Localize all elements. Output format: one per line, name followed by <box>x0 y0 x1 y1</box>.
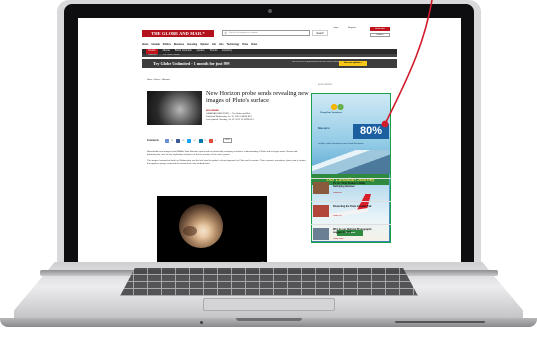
sidebar-section: Globe Life <box>333 215 342 217</box>
register-link[interactable]: Register <box>348 27 356 29</box>
laptop-scene: THE GLOBE AND MAIL* ⚲ Search by keyword … <box>0 0 537 341</box>
article-paragraph: Remarkable new images from NASA's New Ho… <box>147 151 298 156</box>
share-count: 8 <box>204 139 206 142</box>
nav-item[interactable]: Investing <box>187 43 197 48</box>
nav-item[interactable]: Life <box>212 43 216 48</box>
ad-brand: CheapOair Vacations <box>320 112 342 114</box>
ad-brand-logo-icon <box>325 103 351 111</box>
breadcrumb[interactable]: News › News › National <box>147 79 170 81</box>
promo-note: Get full access to globeandmail.com with… <box>292 61 341 63</box>
article-headline: New Horizon probe sends revealing new im… <box>206 90 309 104</box>
main-nav: Home Canada Politics Business Investing … <box>142 43 397 48</box>
port-slot <box>395 321 485 323</box>
sidebar-thumbnail <box>313 228 329 240</box>
nav-item[interactable]: Home <box>142 43 148 48</box>
sidebar-title: It's on: Trish Stratus's Oddly Satisfyin… <box>333 182 366 188</box>
twitter-icon[interactable] <box>187 138 192 143</box>
sidebar-thumbnail <box>313 182 329 194</box>
ad-percent: 80% <box>353 124 389 139</box>
sidebar-thumbnail <box>313 205 329 217</box>
lid-notch <box>236 318 302 321</box>
article-byline: BOB WEBER CANADIAN REPORTER — The Globe … <box>206 110 316 122</box>
comments-link[interactable]: Comments <box>147 140 159 142</box>
subnav2-item[interactable]: The Trans Canada <box>163 54 180 57</box>
camera-icon <box>268 9 272 13</box>
keyboard-rows <box>120 268 418 296</box>
article-body: Remarkable new images from NASA's New Ho… <box>147 151 307 169</box>
share-count: 4 <box>214 139 216 142</box>
article-thumbnail[interactable] <box>147 91 202 125</box>
article-paragraph: The images, beamed to Earth on Wednesday… <box>147 160 306 165</box>
nav-item[interactable]: Opinion <box>200 43 209 48</box>
linkedin-icon[interactable] <box>198 138 203 143</box>
secondary-subnav: Education The Trans Canada <box>142 54 397 57</box>
trackpad <box>203 298 335 311</box>
nav-item[interactable]: Arts <box>219 43 224 48</box>
email-share-icon[interactable] <box>164 138 169 143</box>
facebook-icon[interactable] <box>176 138 181 143</box>
subscribe-button[interactable]: Subscribe <box>370 27 390 31</box>
video-player[interactable]: ▶ 0:00 / 2:14 HD <box>157 196 267 268</box>
promo-text: Try Globe Unlimited - 1 month for just 9… <box>153 61 230 66</box>
share-count: 12 <box>170 139 174 142</box>
search-icon: ⚲ <box>224 31 227 35</box>
nav-item[interactable]: Politics <box>163 43 171 48</box>
share-count: 10 <box>193 139 196 142</box>
power-led-icon <box>200 321 203 324</box>
search-button[interactable]: Search <box>312 30 328 36</box>
sidebar-item[interactable]: It's on: Trish Stratus's Oddly Satisfyin… <box>311 178 391 201</box>
related-sidebar: It's on: Trish Stratus's Oddly Satisfyin… <box>311 178 391 247</box>
google-plus-icon[interactable] <box>208 138 213 143</box>
laptop-screen: THE GLOBE AND MAIL* ⚲ Search by keyword … <box>78 18 461 268</box>
nav-item[interactable]: Technology <box>227 43 240 48</box>
share-bar: Comments 12 26 10 8 4 Print <box>147 137 307 144</box>
login-link[interactable]: Login <box>333 27 338 29</box>
sidebar-title: Why do our National Photographs suggest … <box>333 228 372 234</box>
search-placeholder: Search by keyword or symbol <box>229 32 258 34</box>
edition-select[interactable]: Edition <box>370 33 390 37</box>
search-input[interactable]: ⚲ Search by keyword or symbol <box>222 30 310 36</box>
nav-item[interactable]: Canada <box>151 43 159 48</box>
byline-line: Last updated Thursday, Jul. 16, 2015 12:… <box>206 118 254 121</box>
share-count: 26 <box>182 139 185 142</box>
promo-options-button[interactable]: See our options › <box>339 61 367 66</box>
ad-label: ADVERTISEMENT <box>318 84 333 86</box>
sidebar-section: Globe Arts <box>333 192 342 194</box>
ad-fine-print: on flights, hotels & packages across Can… <box>318 143 364 145</box>
subnav2-item[interactable]: Education <box>148 54 157 57</box>
sidebar-section: Globe News <box>333 238 344 240</box>
site-logo[interactable]: THE GLOBE AND MAIL* <box>142 30 214 37</box>
sidebar-item[interactable]: Why do our National Photographs suggest … <box>311 224 391 247</box>
nav-item[interactable]: Business <box>174 43 184 48</box>
nav-item[interactable]: Drive <box>242 43 248 48</box>
ad-percent-caption: Save up to <box>318 128 330 130</box>
print-button[interactable]: Print <box>222 137 232 144</box>
subscription-promo-banner: Try Globe Unlimited - 1 month for just 9… <box>142 59 397 68</box>
pluto-image <box>179 204 223 248</box>
sidebar-title: Dissecting the Trans Canada Trail <box>333 205 372 208</box>
sidebar-item[interactable]: Dissecting the Trans Canada Trail Globe … <box>311 201 391 224</box>
nav-item[interactable]: Video <box>251 43 257 48</box>
ad-mountain-image <box>312 150 390 174</box>
